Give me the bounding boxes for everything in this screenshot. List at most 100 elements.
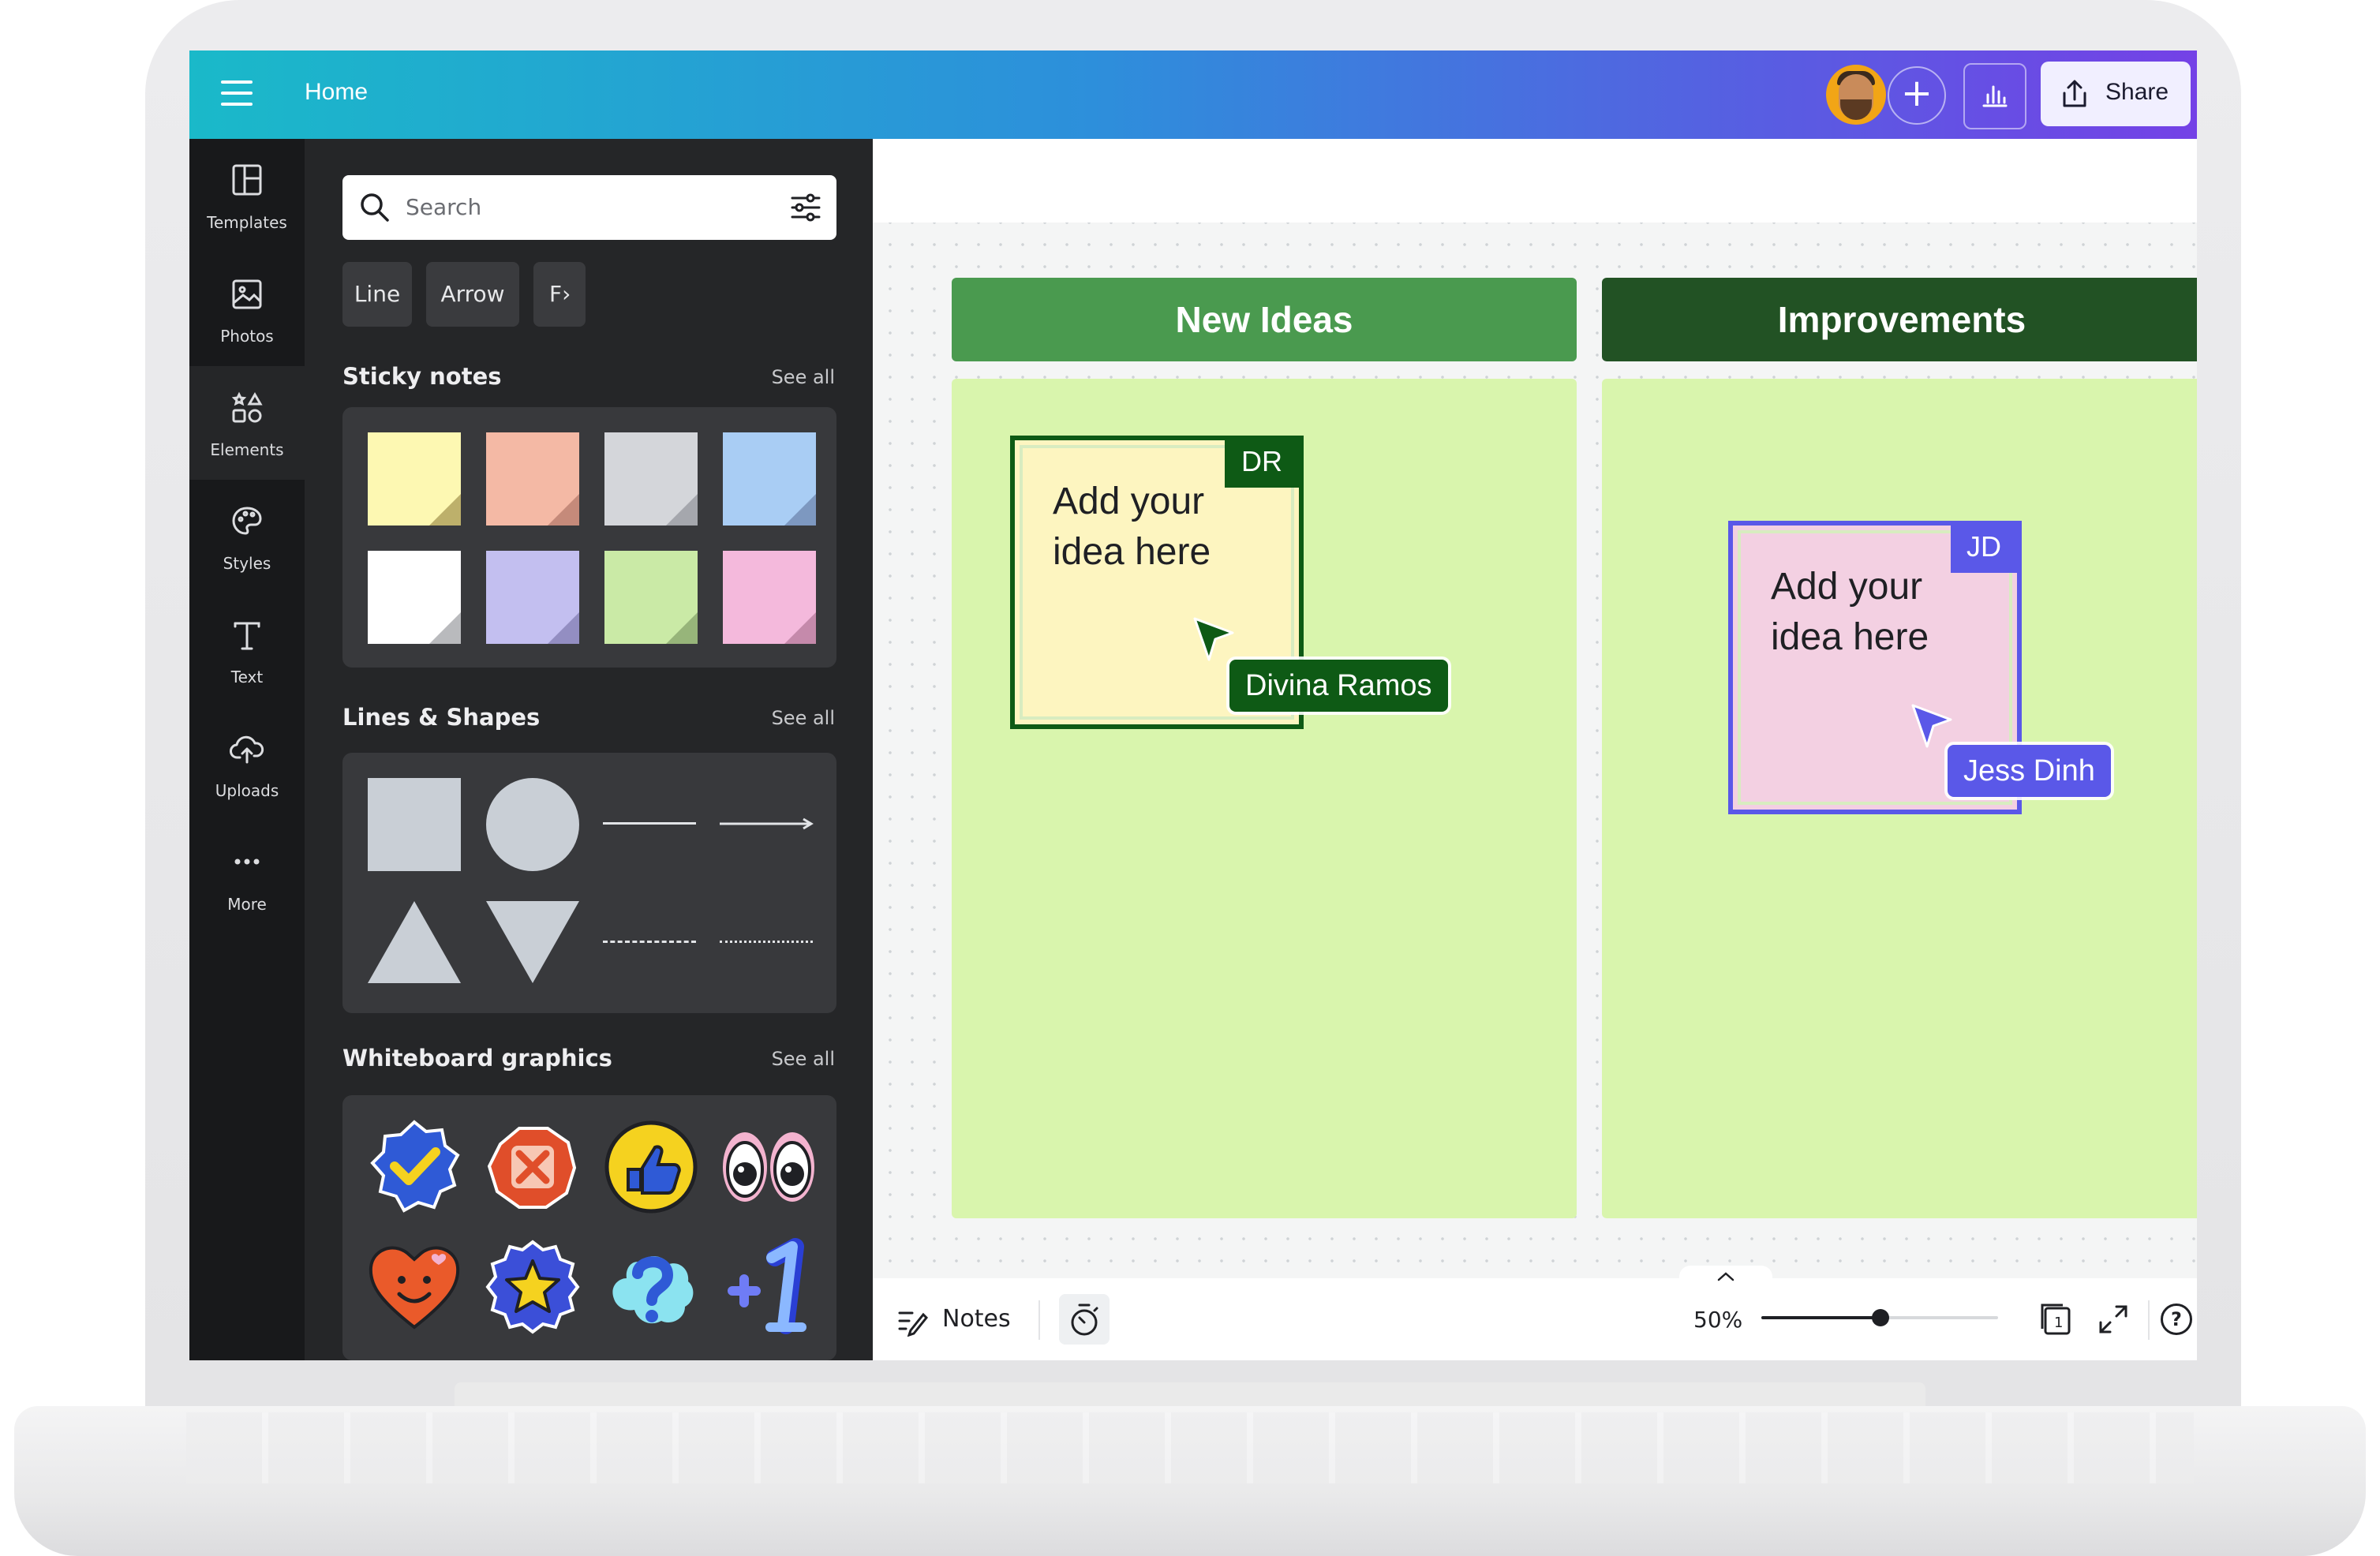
sticky-fold-corner [666, 612, 698, 644]
share-button[interactable]: Share [2041, 62, 2191, 126]
note-initials-badge: JD [1951, 521, 2017, 573]
bottom-bar: Notes 50% 1 ? [873, 1266, 2197, 1360]
collaborator-tag-jess: Jess Dinh [1948, 745, 2111, 797]
rail-label-more: More [227, 895, 267, 914]
rail-label-photos: Photos [220, 327, 274, 346]
sticky-fold-corner [784, 494, 816, 526]
rail-item-templates[interactable]: Templates [189, 139, 305, 252]
page-number: 1 [2054, 1315, 2064, 1331]
search-placeholder: Search [406, 194, 482, 220]
timer-button[interactable] [1059, 1294, 1110, 1345]
chip-more[interactable]: F› [533, 262, 586, 327]
hamburger-menu-icon[interactable] [221, 80, 253, 109]
sticky-fold-corner [548, 612, 579, 644]
rail-label-styles: Styles [223, 554, 271, 573]
sticky-note-swatch[interactable] [486, 551, 579, 644]
styles-icon [232, 507, 262, 535]
inverted-triangle-shape[interactable] [486, 901, 579, 983]
column-header-improvements[interactable]: Improvements [1602, 278, 2197, 361]
rail-item-photos[interactable]: Photos [189, 252, 305, 366]
canvas-top-strip [873, 139, 2197, 223]
chip-more-label: F [549, 281, 563, 307]
rail-item-elements[interactable]: Elements [189, 366, 305, 480]
uploads-icon [230, 735, 264, 764]
help-button[interactable]: ? [2161, 1304, 2192, 1335]
check-badge-icon[interactable] [366, 1119, 462, 1215]
icon-rail: Templates Photos Elements Styles Text Up… [189, 139, 305, 1360]
expand-pages-tab[interactable] [1679, 1266, 1772, 1289]
rail-label-text: Text [230, 668, 264, 686]
see-all-lines-shapes[interactable]: See all [772, 707, 835, 729]
sticky-note-swatch[interactable] [486, 432, 579, 526]
photos-icon [232, 279, 262, 309]
sticky-fold-corner [548, 494, 579, 526]
more-icon [234, 858, 260, 865]
chip-arrow[interactable]: Arrow [426, 262, 519, 327]
home-link[interactable]: Home [305, 79, 368, 106]
insights-button[interactable] [1963, 63, 2026, 129]
arrow-line-shape[interactable] [720, 816, 814, 832]
question-icon: ? [2171, 1308, 2182, 1330]
section-title-whiteboard-graphics: Whiteboard graphics [342, 1045, 612, 1072]
rail-item-uploads[interactable]: Uploads [189, 707, 305, 821]
eyes-icon[interactable] [720, 1124, 818, 1210]
zoom-level-label: 50% [1693, 1307, 1743, 1333]
see-all-sticky-notes[interactable]: See all [772, 366, 835, 388]
zoom-slider-handle[interactable] [1872, 1309, 1889, 1326]
laptop-keyboard [186, 1412, 2194, 1483]
notes-pencil-icon[interactable] [896, 1305, 928, 1337]
note-text: Add your idea here [1053, 481, 1211, 573]
sticky-fold-corner [429, 612, 461, 644]
elements-panel: Search Line Arrow F› Sticky notes See al… [305, 139, 873, 1360]
search-input[interactable]: Search [342, 175, 836, 240]
notes-button[interactable]: Notes [942, 1305, 1011, 1333]
dotted-line-shape[interactable] [720, 941, 813, 943]
templates-icon [232, 164, 262, 196]
sticky-note-swatch[interactable] [604, 432, 698, 526]
chip-line[interactable]: Line [342, 262, 412, 327]
sticky-notes-grid [342, 407, 836, 668]
page-count-button[interactable]: 1 [2039, 1302, 2074, 1337]
question-mark-icon[interactable] [603, 1239, 699, 1335]
square-shape[interactable] [368, 778, 461, 871]
star-badge-icon[interactable] [485, 1239, 581, 1335]
sticky-note-swatch[interactable] [723, 432, 816, 526]
rail-label-templates: Templates [207, 213, 287, 232]
rail-item-text[interactable]: Text [189, 593, 305, 707]
sticky-note-swatch[interactable] [368, 551, 461, 644]
app-screen: Home + Share Templates Photos Elements S… [189, 50, 2197, 1360]
sticky-note-swatch[interactable] [368, 432, 461, 526]
line-shape[interactable] [603, 822, 696, 825]
elements-icon [231, 391, 263, 423]
rail-item-more[interactable]: More [189, 821, 305, 934]
zoom-slider[interactable] [1761, 1309, 1998, 1326]
rail-label-uploads: Uploads [215, 781, 279, 800]
see-all-whiteboard-graphics[interactable]: See all [772, 1048, 835, 1070]
rail-item-styles[interactable]: Styles [189, 480, 305, 593]
column-header-new-ideas[interactable]: New Ideas [952, 278, 1577, 361]
whiteboard-graphics-grid [342, 1095, 836, 1360]
sticky-note-swatch[interactable] [723, 551, 816, 644]
rail-label-elements: Elements [210, 440, 284, 459]
plus-one-icon[interactable] [720, 1234, 819, 1338]
sticky-fold-corner [429, 494, 461, 526]
cursor-pointer-icon [1911, 704, 1952, 748]
section-title-sticky-notes: Sticky notes [342, 363, 502, 390]
thumbs-up-icon[interactable] [603, 1119, 699, 1215]
avatar[interactable] [1826, 65, 1886, 125]
fullscreen-icon[interactable] [2096, 1302, 2131, 1337]
dashed-line-shape[interactable] [603, 941, 696, 943]
triangle-shape[interactable] [368, 901, 461, 983]
sticky-note-swatch[interactable] [604, 551, 698, 644]
top-bar: Home + Share [189, 50, 2197, 139]
stopwatch-icon [1071, 1304, 1098, 1336]
zoom-slider-fill [1761, 1316, 1880, 1319]
text-icon [234, 622, 260, 650]
circle-shape[interactable] [486, 778, 579, 871]
add-collaborator-button[interactable]: + [1888, 66, 1946, 125]
chevron-up-icon [1717, 1272, 1734, 1281]
filter-sliders-icon[interactable] [789, 191, 822, 224]
heart-icon[interactable] [366, 1239, 462, 1333]
sticky-fold-corner [784, 612, 816, 644]
x-badge-icon[interactable] [485, 1120, 581, 1214]
